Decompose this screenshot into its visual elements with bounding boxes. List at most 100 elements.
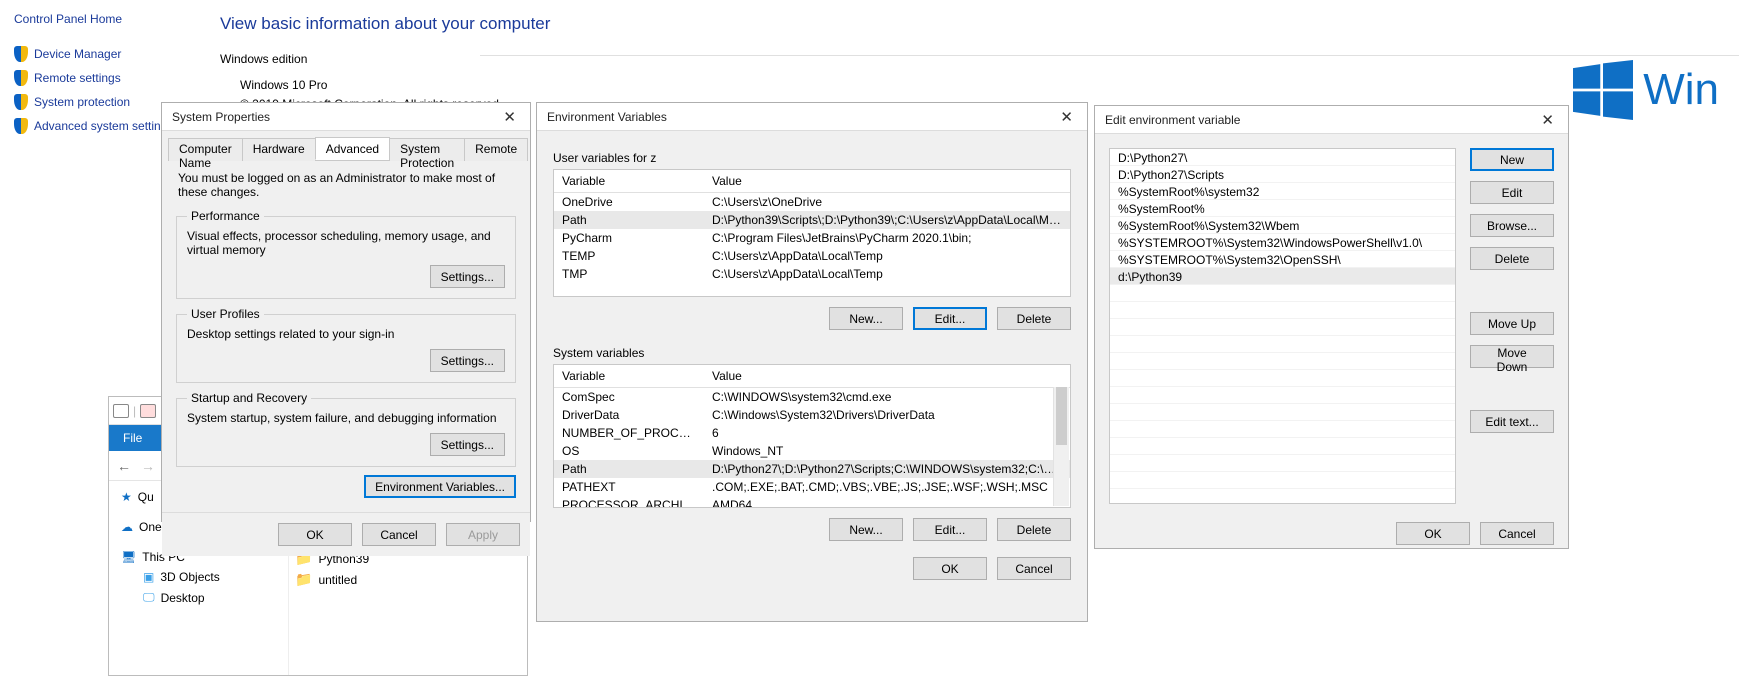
ok-button[interactable]: OK — [913, 557, 987, 580]
list-item-empty — [1110, 319, 1455, 336]
list-item[interactable]: %SystemRoot%\System32\Wbem — [1110, 217, 1455, 234]
table-header: Variable Value — [554, 170, 1070, 193]
edit-text-button[interactable]: Edit text... — [1470, 410, 1554, 433]
cancel-button[interactable]: Cancel — [997, 557, 1071, 580]
tree-3d-objects[interactable]: ▣3D Objects — [121, 567, 288, 587]
table-row[interactable]: PyCharmC:\Program Files\JetBrains\PyChar… — [554, 229, 1070, 247]
cp-home-link[interactable]: Control Panel Home — [14, 12, 190, 26]
list-item[interactable]: d:\Python39 — [1110, 268, 1455, 285]
table-row[interactable]: OneDriveC:\Users\z\OneDrive — [554, 193, 1070, 211]
table-row[interactable]: PATHEXT.COM;.EXE;.BAT;.CMD;.VBS;.VBE;.JS… — [554, 478, 1070, 496]
move-down-button[interactable]: Move Down — [1470, 345, 1554, 368]
ok-button[interactable]: OK — [1396, 522, 1470, 545]
user-profiles-settings-button[interactable]: Settings... — [430, 349, 505, 372]
sidebar-link[interactable]: Device Manager — [14, 46, 190, 62]
cell-value: C:\WINDOWS\system32\cmd.exe — [704, 389, 1070, 405]
shield-icon — [14, 70, 28, 86]
startup-desc: System startup, system failure, and debu… — [187, 411, 505, 425]
table-row[interactable]: NUMBER_OF_PROCESSORS6 — [554, 424, 1070, 442]
file-name: untitled — [318, 573, 357, 587]
user-delete-button[interactable]: Delete — [997, 307, 1071, 330]
table-row[interactable]: TMPC:\Users\z\AppData\Local\Temp — [554, 265, 1070, 283]
cancel-button[interactable]: Cancel — [1480, 522, 1554, 545]
list-item[interactable]: %SYSTEMROOT%\System32\OpenSSH\ — [1110, 251, 1455, 268]
user-vars-label: User variables for z — [553, 151, 1071, 165]
file-menu[interactable]: File — [109, 425, 156, 451]
cloud-icon: ☁ — [121, 520, 133, 534]
sys-new-button[interactable]: New... — [829, 518, 903, 541]
move-up-button[interactable]: Move Up — [1470, 312, 1554, 335]
system-properties-dialog: System Properties ✕ Computer NameHardwar… — [161, 102, 531, 522]
cancel-button[interactable]: Cancel — [362, 523, 436, 546]
apply-button[interactable]: Apply — [446, 523, 520, 546]
list-item[interactable]: %SYSTEMROOT%\System32\WindowsPowerShell\… — [1110, 234, 1455, 251]
table-row[interactable]: DriverDataC:\Windows\System32\Drivers\Dr… — [554, 406, 1070, 424]
performance-settings-button[interactable]: Settings... — [430, 265, 505, 288]
sys-vars-label: System variables — [553, 346, 1071, 360]
scrollbar-thumb[interactable] — [1056, 387, 1067, 445]
tab[interactable]: Hardware — [242, 138, 316, 161]
new-button[interactable]: New — [1470, 148, 1554, 171]
link-label: Advanced system settings — [34, 119, 173, 133]
list-item[interactable]: %SystemRoot%\system32 — [1110, 183, 1455, 200]
cell-value: 6 — [704, 425, 1070, 441]
close-button[interactable]: ✕ — [1054, 108, 1079, 126]
shield-icon — [14, 46, 28, 62]
col-value[interactable]: Value — [704, 365, 750, 387]
tab[interactable]: Advanced — [315, 137, 390, 160]
list-item[interactable]: 📁untitled — [295, 569, 527, 590]
startup-settings-button[interactable]: Settings... — [430, 433, 505, 456]
tab[interactable]: Computer Name — [168, 138, 243, 161]
cell-value: D:\Python27\;D:\Python27\Scripts;C:\WIND… — [704, 461, 1070, 477]
edit-button[interactable]: Edit — [1470, 181, 1554, 204]
table-row[interactable]: PROCESSOR_ARCHITECTUREAMD64 — [554, 496, 1070, 508]
cell-variable: TEMP — [554, 248, 704, 264]
user-edit-button[interactable]: Edit... — [913, 307, 987, 330]
col-variable[interactable]: Variable — [554, 365, 704, 387]
qa-icon[interactable] — [140, 404, 156, 418]
edit-env-variable-dialog: Edit environment variable ✕ D:\Python27\… — [1094, 105, 1569, 549]
sys-edit-button[interactable]: Edit... — [913, 518, 987, 541]
sys-vars-table[interactable]: Variable Value ComSpecC:\WINDOWS\system3… — [553, 364, 1071, 508]
tab[interactable]: Remote — [464, 138, 528, 161]
browse-button[interactable]: Browse... — [1470, 214, 1554, 237]
star-icon: ★ — [121, 490, 132, 504]
sidebar-link[interactable]: Remote settings — [14, 70, 190, 86]
user-vars-table[interactable]: Variable Value OneDriveC:\Users\z\OneDri… — [553, 169, 1071, 297]
table-row[interactable]: ComSpecC:\WINDOWS\system32\cmd.exe — [554, 388, 1070, 406]
list-item[interactable]: %SystemRoot% — [1110, 200, 1455, 217]
list-item[interactable]: D:\Python27\Scripts — [1110, 166, 1455, 183]
delete-button[interactable]: Delete — [1470, 247, 1554, 270]
cell-value: D:\Python39\Scripts\;D:\Python39\;C:\Use… — [704, 212, 1070, 228]
list-item[interactable]: D:\Python27\ — [1110, 149, 1455, 166]
table-row[interactable]: PathD:\Python39\Scripts\;D:\Python39\;C:… — [554, 211, 1070, 229]
col-variable[interactable]: Variable — [554, 170, 704, 192]
environment-variables-button[interactable]: Environment Variables... — [364, 475, 516, 498]
dialog-title: Edit environment variable — [1105, 113, 1240, 127]
table-row[interactable]: TEMPC:\Users\z\AppData\Local\Temp — [554, 247, 1070, 265]
ok-button[interactable]: OK — [278, 523, 352, 546]
close-button[interactable]: ✕ — [497, 108, 522, 126]
list-item-empty — [1110, 353, 1455, 370]
list-item-empty — [1110, 370, 1455, 387]
list-item-empty — [1110, 421, 1455, 438]
cell-variable: Path — [554, 212, 704, 228]
back-button[interactable]: ← — [117, 458, 131, 474]
forward-button[interactable]: → — [141, 458, 155, 474]
path-entries-list[interactable]: D:\Python27\D:\Python27\Scripts%SystemRo… — [1109, 148, 1456, 504]
drive-icon — [113, 404, 129, 418]
cell-variable: OneDrive — [554, 194, 704, 210]
tree-desktop[interactable]: 🖵Desktop — [121, 587, 288, 608]
table-row[interactable]: PathD:\Python27\;D:\Python27\Scripts;C:\… — [554, 460, 1070, 478]
table-row[interactable]: OSWindows_NT — [554, 442, 1070, 460]
startup-recovery-group: Startup and Recovery System startup, sys… — [176, 391, 516, 467]
sys-delete-button[interactable]: Delete — [997, 518, 1071, 541]
edition-name: Windows 10 Pro — [240, 76, 1719, 95]
list-item-empty — [1110, 387, 1455, 404]
scrollbar[interactable] — [1053, 387, 1069, 506]
col-value[interactable]: Value — [704, 170, 750, 192]
close-button[interactable]: ✕ — [1535, 111, 1560, 129]
tab[interactable]: System Protection — [389, 138, 465, 161]
user-new-button[interactable]: New... — [829, 307, 903, 330]
cube-icon: ▣ — [143, 570, 154, 584]
